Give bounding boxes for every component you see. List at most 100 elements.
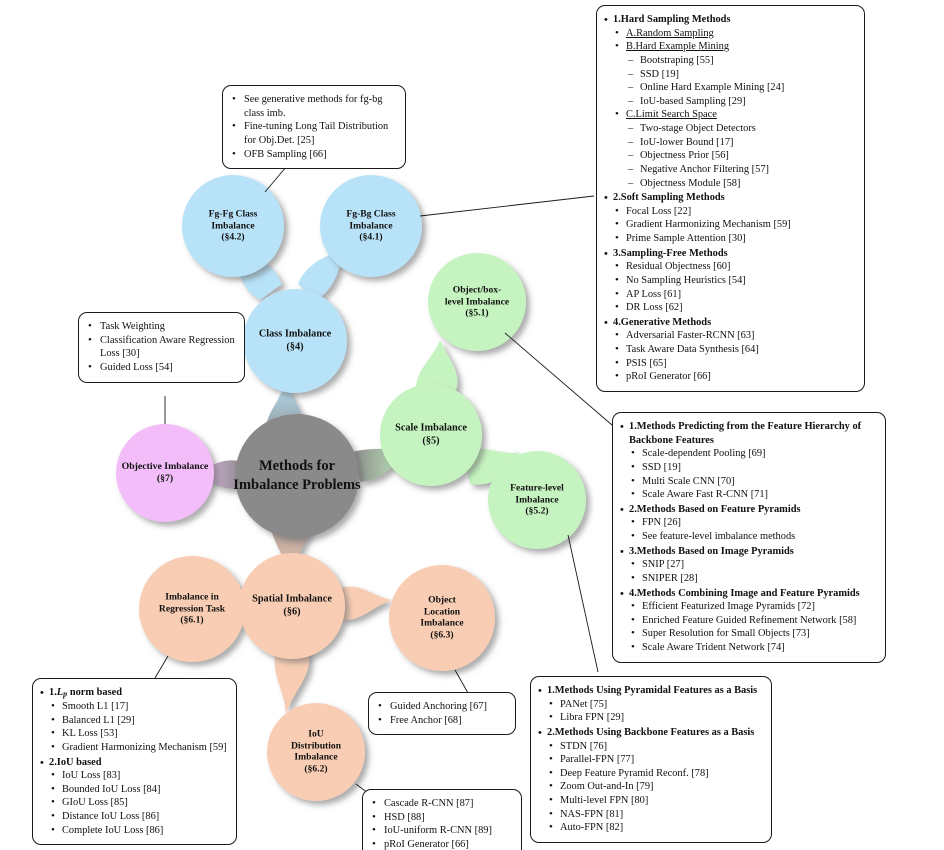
callout-item: • HSD [88] (370, 811, 512, 825)
callout-item: • 3.Sampling-Free Methods (604, 247, 855, 261)
callout-item-label: SNIPER [28] (642, 572, 698, 584)
callout-list-iou-distribution: • Cascade R-CNN [87] • HSD [88] • IoU-uniform… (370, 797, 512, 850)
bullet-icon: • (615, 273, 619, 286)
callout-item: • A.Random Sampling (604, 27, 855, 41)
bullet-icon: – (628, 54, 634, 66)
bullet-icon: • (51, 713, 55, 726)
bullet-icon: • (88, 360, 92, 373)
bullet-icon: • (631, 488, 635, 501)
bullet-icon: • (51, 810, 55, 823)
node-circle-spatial-imbalance (239, 553, 345, 659)
callout-item-label: Libra FPN [29] (560, 712, 625, 724)
bullet-icon: • (615, 26, 619, 39)
bullet-icon: • (40, 756, 44, 769)
callout-item-label: Gradient Harmonizing Mechanism [59] (626, 219, 791, 231)
mindmap-diagram: Methods for Imbalance Problems Class Imb… (0, 0, 944, 850)
bullet-icon: • (538, 685, 542, 697)
bullet-icon: • (372, 810, 376, 823)
bullet-icon: • (631, 516, 635, 529)
bullet-icon: • (631, 641, 635, 653)
callout-box-object-location: • Guided Anchoring [67] • Free Anchor [68] (368, 692, 516, 736)
bullet-icon: • (549, 821, 553, 834)
callout-item: – IoU-based Sampling [29] (604, 95, 855, 109)
bullet-icon: • (372, 837, 376, 850)
callout-item: • 2.Methods Based on Feature Pyramids (620, 503, 876, 517)
callout-item-label: A.Random Sampling (626, 27, 714, 39)
callout-item: • Gradient Harmonizing Mechanism [59] (40, 741, 227, 755)
callout-item: – Negative Anchor Filtering [57] (604, 163, 855, 177)
bullet-icon: • (51, 796, 55, 809)
callout-item-label: Objectness Prior [56] (640, 150, 729, 162)
callout-item: • Scale Aware Trident Network [74] (620, 641, 876, 655)
callout-item-label: Task Aware Data Synthesis [64] (626, 344, 759, 355)
bullet-icon: • (620, 421, 624, 433)
callout-item-label: Cascade R-CNN [87] (384, 798, 474, 809)
bullet-icon: • (549, 697, 553, 710)
callout-item: • See feature-level imbalance methods (620, 530, 876, 544)
callout-item-label: Online Hard Example Mining [24] (640, 82, 785, 94)
bullet-icon: • (378, 700, 382, 712)
bullet-icon: – (628, 177, 634, 189)
bullet-icon: • (631, 571, 635, 584)
callout-list-object-box-level: • 1.Methods Predicting from the Feature H… (620, 420, 876, 655)
callout-list-object-location: • Guided Anchoring [67] • Free Anchor [68] (376, 700, 506, 727)
node-circle-objective-imbalance (116, 424, 214, 522)
bullet-icon: • (615, 329, 619, 342)
callout-item: • Residual Objectness [60] (604, 260, 855, 274)
callout-item: • Cascade R-CNN [87] (370, 797, 512, 811)
callout-item: • Gradient Harmonizing Mechanism [59] (604, 218, 855, 232)
bullet-icon: – (628, 82, 634, 94)
callout-item-label: 2.Methods Based on Feature Pyramids (629, 503, 801, 515)
bullet-icon: • (232, 147, 236, 160)
callout-item-label: Super Resolution for Small Objects [73] (642, 628, 810, 640)
callout-item: • SSD [19] (620, 461, 876, 475)
node-circle-fg-fg (182, 175, 284, 277)
node-circle-regression-task (139, 556, 245, 662)
callout-item: • Bounded IoU Loss [84] (40, 783, 227, 797)
bullet-icon: • (549, 739, 553, 752)
bullet-icon: • (538, 726, 542, 739)
callout-item-label: IoU Loss [83] (62, 770, 121, 782)
callout-item-label: Complete IoU Loss [86] (62, 824, 164, 836)
callout-item-label: Zoom Out-and-In [79] (560, 781, 654, 793)
bullet-icon: • (232, 93, 236, 105)
callout-item-label: Bounded IoU Loss [84] (62, 783, 161, 795)
bullet-icon: • (631, 558, 635, 571)
callout-item: • B.Hard Example Mining (604, 40, 855, 54)
callout-item: • 1.Lp norm based (40, 686, 227, 700)
callout-item: • FPN [26] (620, 516, 876, 530)
callout-item: – Objectness Prior [56] (604, 149, 855, 163)
callout-item: • Scale Aware Fast R-CNN [71] (620, 488, 876, 502)
callout-list-fg-bg: • 1.Hard Sampling Methods • A.Random Sampli… (604, 13, 855, 384)
callout-item: • Free Anchor [68] (376, 714, 506, 728)
bullet-icon: • (631, 530, 635, 542)
callout-item: • Fine-tuning Long Tail Distribution for … (230, 120, 396, 147)
callout-item: • Complete IoU Loss [86] (40, 824, 227, 838)
callout-item-label: Bootstraping [55] (640, 54, 714, 66)
callout-item-label: 4.Generative Methods (613, 316, 712, 328)
callout-item-label: pRoI Generator [66] (626, 371, 711, 383)
callout-item-label: B.Hard Example Mining (626, 41, 730, 53)
callout-item-label: 1.Hard Sampling Methods (613, 14, 731, 25)
callout-item-label: Scale Aware Fast R-CNN [71] (642, 489, 769, 501)
callout-item-label: NAS-FPN [81] (560, 808, 624, 820)
callout-item: • 4.Generative Methods (604, 316, 855, 330)
bullet-icon: • (549, 780, 553, 793)
callout-item: • 2.Methods Using Backbone Features as a … (538, 726, 762, 740)
callout-item: • Guided Loss [54] (86, 361, 235, 375)
bullet-icon: – (628, 95, 634, 107)
bullet-icon: • (549, 711, 553, 724)
callout-item-label: Fine-tuning Long Tail Distribution for O… (244, 121, 389, 146)
callout-item: • C.Limit Search Space (604, 108, 855, 122)
callout-item: • AP Loss [61] (604, 288, 855, 302)
bullet-icon: • (631, 600, 635, 613)
callout-box-regression-task: • 1.Lp norm based • Smooth L1 [17] • Balanced… (32, 678, 237, 846)
callout-item: • OFB Sampling [66] (230, 148, 396, 162)
callout-item: • 2.Soft Sampling Methods (604, 191, 855, 205)
node-circle-feature-level (488, 451, 586, 549)
callout-item: • Multi Scale CNN [70] (620, 475, 876, 489)
bullet-icon: • (615, 356, 619, 369)
callout-item-label: HSD [88] (384, 811, 425, 823)
bullet-icon: • (604, 192, 608, 205)
callout-item: – Objectness Module [58] (604, 177, 855, 191)
